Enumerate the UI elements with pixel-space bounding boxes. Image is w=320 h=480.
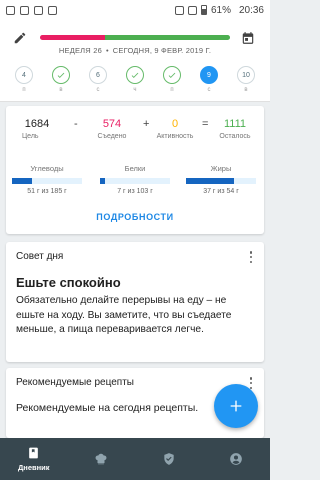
macro-value: 37 г из 54 г — [203, 188, 239, 195]
macro-fat: Жиры 37 г из 54 г — [186, 164, 256, 195]
macro-protein: Белки 7 г из 103 г — [100, 164, 170, 195]
notification-icon — [34, 5, 43, 15]
day-item[interactable]: 9с — [197, 66, 221, 101]
week-label: НЕДЕЛЯ 26 — [58, 46, 102, 55]
day-item[interactable]: в — [49, 66, 73, 101]
more-options-button[interactable] — [246, 250, 256, 264]
activity-label: Активность — [156, 133, 194, 140]
macro-name: Жиры — [210, 164, 232, 173]
notification-icon — [48, 5, 57, 15]
battery-icon — [200, 5, 207, 15]
progress-eaten-segment — [40, 35, 105, 40]
pencil-icon — [14, 32, 26, 44]
calendar-button[interactable] — [238, 28, 258, 48]
macro-carbs: Углеводы 51 г из 185 г — [12, 164, 82, 195]
day-number: 10 — [237, 66, 255, 84]
edit-button[interactable] — [10, 28, 30, 48]
status-bar: 61% 20:36 — [0, 0, 270, 20]
add-entry-button[interactable] — [214, 384, 258, 428]
calorie-summary-card: 1684 Цель - 574 Съедено + 0 Активность =… — [6, 106, 264, 234]
chef-hat-icon — [95, 453, 107, 465]
eaten-item: 574 Съедено — [92, 118, 132, 140]
day-name: в — [59, 87, 63, 93]
plus-sign: + — [143, 118, 150, 130]
plus-icon — [230, 400, 242, 412]
profile-icon — [230, 453, 243, 465]
remaining-label: Осталось — [219, 133, 251, 140]
notification-icon — [20, 5, 29, 15]
nav-item-diary[interactable]: Дневник — [0, 438, 68, 480]
notification-icons — [6, 5, 57, 15]
day-number: 6 — [89, 66, 107, 84]
macro-bar — [100, 178, 170, 184]
day-name: п — [22, 87, 26, 93]
clock: 20:36 — [238, 4, 264, 16]
tip-body: Обязательно делайте перерывы на еду – не… — [16, 295, 232, 335]
nav-label-diary: Дневник — [17, 463, 50, 472]
macro-bar-fill — [12, 178, 32, 184]
week-day-selector: 4 п в 6 с ч п 9 с 10 в — [0, 66, 270, 102]
day-name: в — [244, 87, 248, 93]
nav-item-profile[interactable] — [203, 438, 271, 480]
check-icon — [163, 66, 181, 84]
macro-name: Углеводы — [30, 164, 64, 173]
macro-value: 7 г из 103 г — [117, 188, 153, 195]
macro-bar-fill — [100, 178, 105, 184]
calorie-progress-bar — [40, 35, 230, 40]
day-item[interactable]: ч — [123, 66, 147, 101]
nav-item-recipes[interactable] — [68, 438, 136, 480]
macro-bar — [186, 178, 256, 184]
tip-of-the-day-card: Совет дня Ешьте спокойно Обязательно дел… — [6, 242, 264, 362]
recipes-card-header: Рекомендуемые рецепты — [16, 377, 134, 388]
notification-icon — [6, 5, 15, 15]
eaten-value: 574 — [102, 118, 122, 130]
eaten-label: Съедено — [97, 133, 127, 140]
calorie-equation: 1684 Цель - 574 Съедено + 0 Активность =… — [6, 118, 264, 148]
macro-name: Белки — [124, 164, 146, 173]
day-name: с — [207, 87, 211, 93]
tip-title: Ешьте спокойно — [16, 275, 121, 290]
macro-bar — [12, 178, 82, 184]
day-item[interactable]: 6с — [86, 66, 110, 101]
day-item[interactable]: 4п — [12, 66, 36, 101]
activity-value: 0 — [171, 118, 179, 130]
day-name: ч — [133, 87, 137, 93]
app-header: НЕДЕЛЯ 26 • СЕГОДНЯ, 9 ФЕВР. 2019 Г. — [0, 20, 270, 66]
diary-icon — [29, 447, 39, 459]
macro-bar-fill — [186, 178, 235, 184]
tip-card-header: Совет дня — [16, 251, 64, 262]
goal-value: 1684 — [24, 118, 50, 130]
battery-percent: 61% — [210, 4, 231, 16]
date-info: НЕДЕЛЯ 26 • СЕГОДНЯ, 9 ФЕВР. 2019 Г. — [58, 46, 212, 55]
day-number: 4 — [15, 66, 33, 84]
remaining-item: 1111 Осталось — [214, 118, 256, 140]
check-icon — [52, 66, 70, 84]
progress-remaining-segment — [104, 35, 230, 40]
day-item[interactable]: п — [160, 66, 184, 101]
day-number: 9 — [200, 66, 218, 84]
calendar-icon — [242, 32, 254, 44]
details-button[interactable]: ПОДРОБНОСТИ — [6, 212, 264, 222]
check-icon — [126, 66, 144, 84]
remaining-value: 1111 — [223, 118, 247, 130]
date-label: СЕГОДНЯ, 9 ФЕВР. 2019 Г. — [112, 46, 212, 55]
day-item[interactable]: 10 в — [234, 66, 258, 101]
nav-item-plans[interactable] — [135, 438, 203, 480]
wifi-icon — [174, 5, 184, 15]
goal-item: 1684 Цель — [22, 118, 52, 140]
bottom-navigation: Дневник — [0, 438, 270, 480]
goal-label: Цель — [22, 133, 39, 140]
shield-check-icon — [164, 453, 174, 465]
day-name: с — [96, 87, 100, 93]
minus-sign: - — [74, 118, 78, 130]
signal-icon — [187, 5, 197, 15]
activity-item: 0 Активность — [150, 118, 200, 140]
equals-sign: = — [202, 118, 209, 130]
macro-value: 51 г из 185 г — [27, 188, 67, 195]
day-name: п — [170, 87, 174, 93]
